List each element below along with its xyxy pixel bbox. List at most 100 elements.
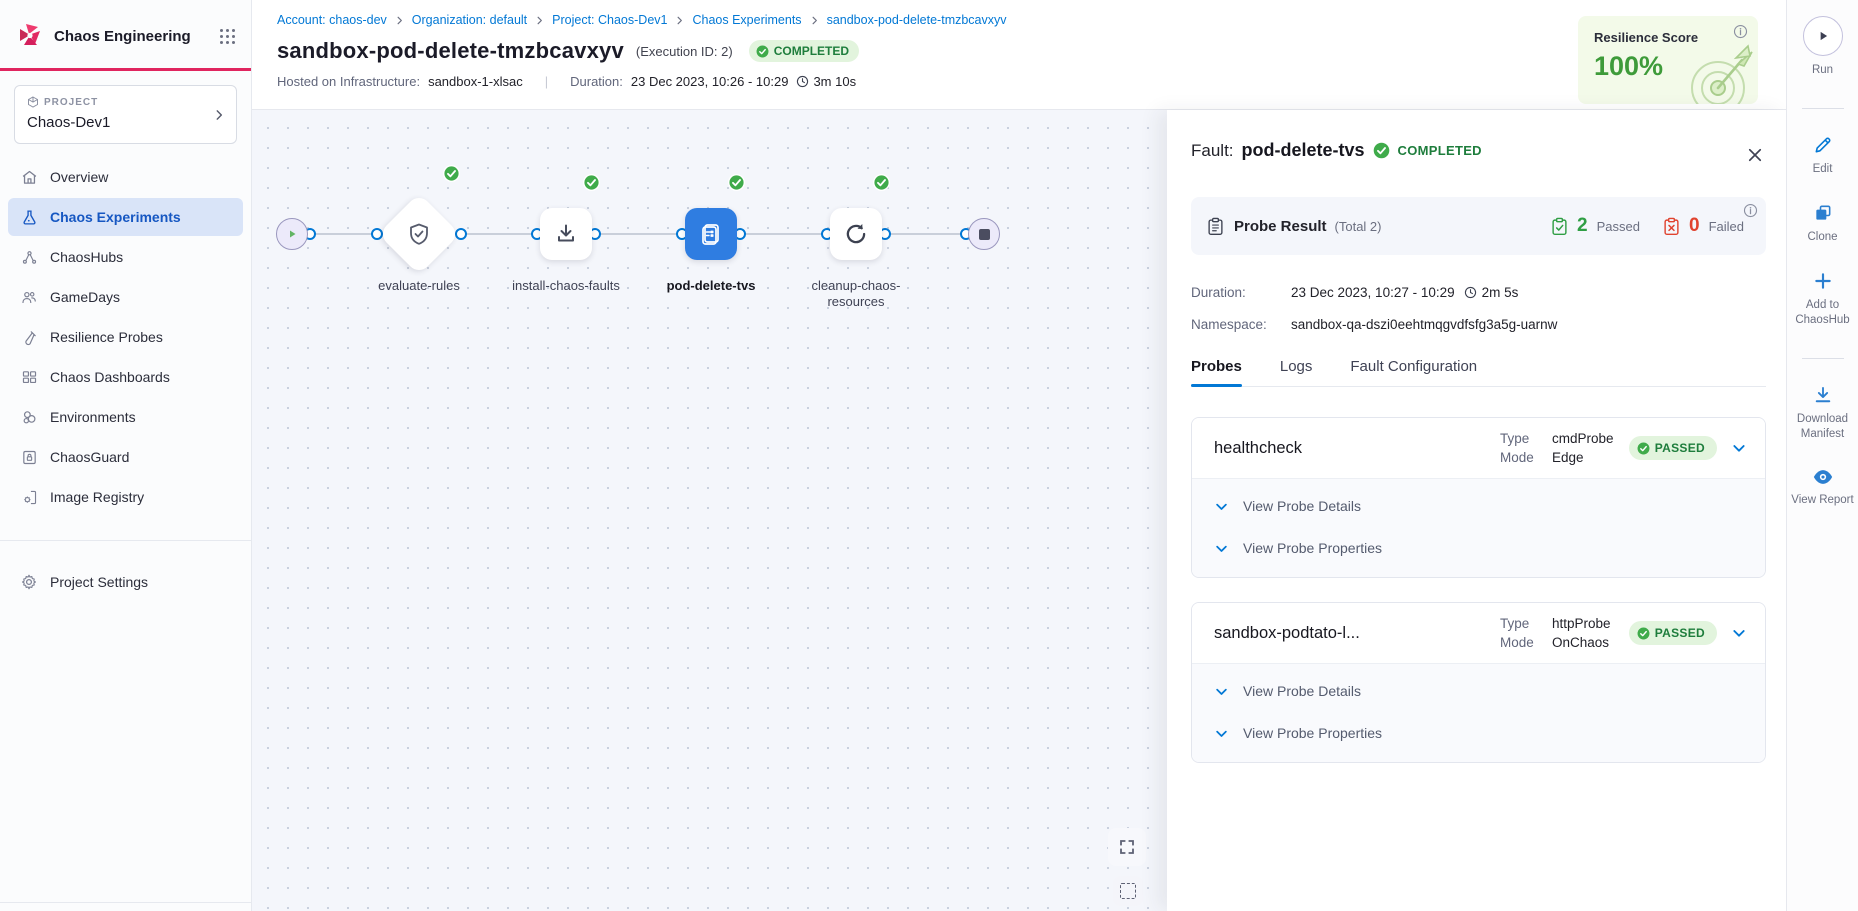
fault-details-panel: Fault: pod-delete-tvs COMPLETED Probe Re… [1167, 110, 1786, 911]
node-label-selected: pod-delete-tvs [651, 278, 771, 294]
sidebar-item-label: Overview [50, 169, 108, 185]
breadcrumb-project[interactable]: Project: Chaos-Dev1 [552, 13, 667, 27]
tab-probes[interactable]: Probes [1191, 358, 1242, 386]
probe-status-badge: PASSED [1629, 436, 1717, 460]
pipeline-node-pod-delete-tvs[interactable] [685, 208, 737, 260]
namespace-label: Namespace: [1191, 317, 1291, 332]
probe-mode-label: Mode [1500, 450, 1544, 465]
probe-type-label: Type [1500, 431, 1544, 446]
chevron-right-icon [212, 108, 226, 122]
download-manifest-button[interactable]: Download Manifest [1787, 385, 1858, 442]
node-label: install-chaos-faults [506, 278, 626, 294]
probe-card: sandbox-podtato-l... Type httpProbe Mode… [1191, 602, 1766, 763]
page-header: Account: chaos-dev Organization: default… [252, 0, 1786, 110]
sidebar-item-gamedays[interactable]: GameDays [8, 278, 243, 316]
sidebar-item-project-settings[interactable]: Project Settings [8, 563, 243, 601]
selection-tool-button[interactable] [1113, 876, 1143, 906]
add-to-chaoshub-button[interactable]: Add to ChaosHub [1787, 271, 1858, 328]
chevron-right-icon [534, 15, 545, 26]
pipeline-node-cleanup-chaos-resources[interactable] [830, 208, 882, 260]
probe-result-summary: Probe Result (Total 2) 2 Passed 0 Failed [1191, 197, 1766, 255]
run-button[interactable]: Run [1803, 16, 1843, 78]
cube-icon [27, 96, 39, 108]
infra-value: sandbox-1-xlsac [428, 74, 523, 89]
shield-check-icon [407, 222, 431, 246]
start-play-icon [276, 218, 308, 250]
clock-icon [796, 75, 809, 88]
pipeline-start-node[interactable] [276, 218, 308, 250]
guard-lock-icon [20, 448, 38, 466]
sidebar-item-chaos-experiments[interactable]: Chaos Experiments [8, 198, 243, 236]
clipboard-check-icon [1551, 217, 1568, 236]
fault-name: pod-delete-tvs [1242, 140, 1365, 161]
elapsed-time: 3m 10s [813, 74, 856, 89]
probe-status-badge: PASSED [1629, 621, 1717, 645]
tab-logs[interactable]: Logs [1280, 358, 1313, 386]
view-probe-details-link[interactable]: View Probe Details [1214, 485, 1743, 527]
breadcrumb-account[interactable]: Account: chaos-dev [277, 13, 387, 27]
chaos-logo-icon [16, 22, 44, 50]
play-icon [1803, 16, 1843, 56]
check-circle-icon [756, 45, 769, 58]
breadcrumb-organization[interactable]: Organization: default [412, 13, 527, 27]
tab-fault-configuration[interactable]: Fault Configuration [1350, 358, 1477, 386]
chevron-down-icon [1214, 499, 1229, 514]
sidebar-item-chaosguard[interactable]: ChaosGuard [8, 438, 243, 476]
chevron-right-icon [674, 15, 685, 26]
rail-divider [1802, 358, 1844, 359]
pipeline-node-install-chaos-faults[interactable] [540, 208, 592, 260]
fault-tabs: Probes Logs Fault Configuration [1191, 358, 1766, 387]
failed-label: Failed [1709, 219, 1744, 234]
selection-rect-icon [1120, 883, 1136, 899]
page-title: sandbox-pod-delete-tmzbcavxyv [277, 38, 624, 64]
fault-status: COMPLETED [1398, 143, 1482, 158]
duration-value: 23 Dec 2023, 10:27 - 10:29 [1291, 285, 1455, 300]
plus-icon [1813, 271, 1833, 291]
chaos-engineering-app: Chaos Engineering PROJECT Chaos-Dev1 Ove… [0, 0, 1858, 911]
close-icon[interactable] [1746, 146, 1764, 164]
sidebar-divider [0, 540, 251, 541]
chevron-down-icon[interactable] [1731, 440, 1747, 456]
edit-button[interactable]: Edit [1813, 135, 1833, 177]
pencil-icon [1813, 135, 1833, 155]
fullscreen-button[interactable] [1108, 828, 1146, 866]
view-report-button[interactable]: View Report [1791, 468, 1853, 508]
hub-network-icon [20, 248, 38, 266]
clock-icon [1464, 286, 1477, 299]
download-icon [1813, 385, 1833, 405]
app-switcher-icon[interactable] [220, 29, 235, 44]
probe-result-title: Probe Result [1234, 218, 1327, 235]
sidebar-item-label: GameDays [50, 289, 120, 305]
probe-result-total: (Total 2) [1335, 219, 1382, 234]
app-title: Chaos Engineering [54, 28, 210, 45]
chevron-down-icon[interactable] [1731, 625, 1747, 641]
chevron-right-icon [394, 15, 405, 26]
info-icon[interactable] [1733, 24, 1748, 39]
sidebar-item-overview[interactable]: Overview [8, 158, 243, 196]
home-icon [20, 168, 38, 186]
success-check-badge [728, 174, 745, 191]
pipeline-end-node[interactable] [968, 218, 1000, 250]
project-selector[interactable]: PROJECT Chaos-Dev1 [14, 85, 237, 144]
view-probe-properties-link[interactable]: View Probe Properties [1214, 527, 1743, 569]
sidebar-item-chaos-dashboards[interactable]: Chaos Dashboards [8, 358, 243, 396]
sidebar-item-chaoshubs[interactable]: ChaosHubs [8, 238, 243, 276]
clone-button[interactable]: Clone [1807, 203, 1837, 245]
chevron-down-icon [1214, 541, 1229, 556]
sidebar-item-environments[interactable]: Environments [8, 398, 243, 436]
sidebar-item-label: Chaos Dashboards [50, 369, 170, 385]
breadcrumb-chaos-experiments[interactable]: Chaos Experiments [692, 13, 801, 27]
copy-icon [1813, 203, 1833, 223]
probe-mode-value: Edge [1552, 450, 1614, 465]
view-probe-details-link[interactable]: View Probe Details [1214, 670, 1743, 712]
dashboards-icon [20, 368, 38, 386]
info-icon[interactable] [1743, 203, 1758, 218]
passed-count: 2 [1577, 215, 1588, 237]
sidebar-item-image-registry[interactable]: Image Registry [8, 478, 243, 516]
view-probe-properties-link[interactable]: View Probe Properties [1214, 712, 1743, 754]
breadcrumb-experiment[interactable]: sandbox-pod-delete-tmzbcavxyv [827, 13, 1007, 27]
sidebar-item-resilience-probes[interactable]: Resilience Probes [8, 318, 243, 356]
probe-mode-value: OnChaos [1552, 635, 1611, 650]
pipeline-node-evaluate-rules[interactable] [390, 205, 448, 263]
clipboard-icon [1207, 217, 1224, 236]
